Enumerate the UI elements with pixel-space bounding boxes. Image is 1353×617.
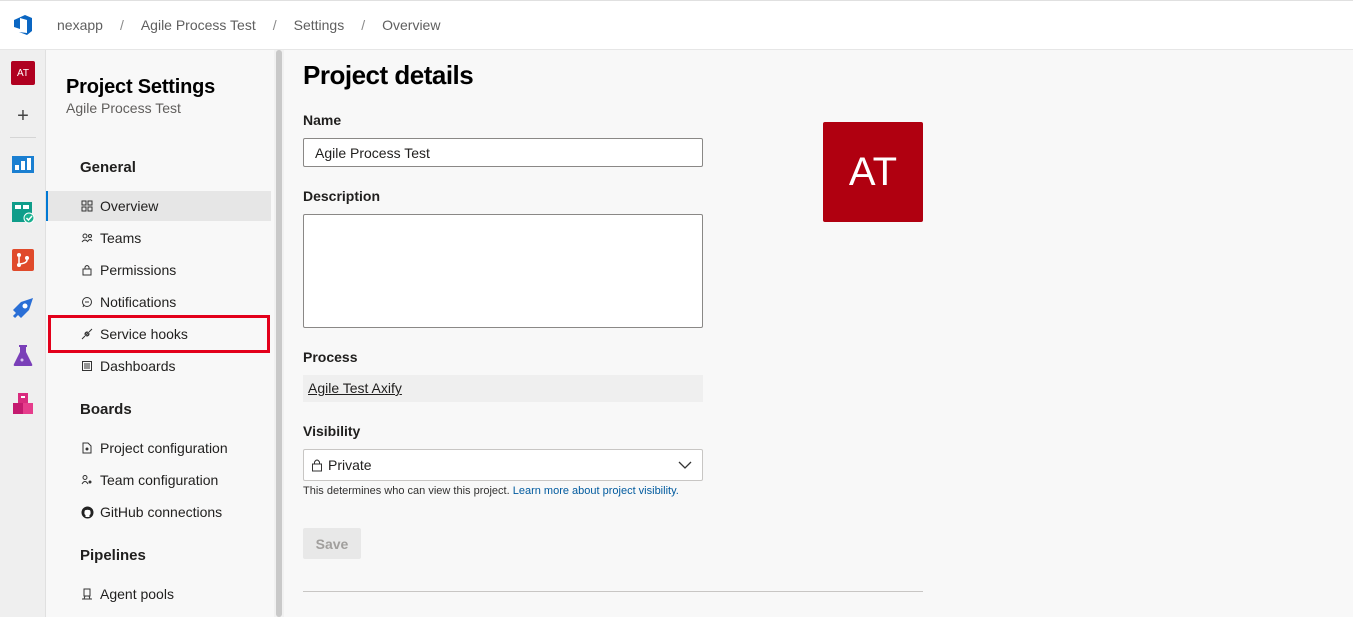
page-title: Project details	[303, 60, 474, 90]
visibility-learn-more-link[interactable]: Learn more about project visibility.	[513, 485, 679, 497]
breadcrumb-separator: /	[361, 17, 366, 33]
project-avatar-large[interactable]: AT	[823, 122, 923, 222]
top-bar: nexapp / Agile Process Test / Settings /…	[0, 0, 1353, 50]
plus-icon: +	[17, 104, 29, 127]
breadcrumb: nexapp / Agile Process Test / Settings /…	[57, 17, 440, 33]
nav-item-agent-pools[interactable]: Agent pools	[46, 579, 271, 609]
nav-item-label: Permissions	[100, 262, 177, 278]
breadcrumb-separator: /	[272, 17, 277, 33]
agent-pool-icon	[80, 587, 94, 601]
visibility-label: Visibility	[303, 423, 361, 439]
test-plans-app-icon	[13, 345, 33, 366]
visibility-helper: This determines who can view this projec…	[303, 485, 679, 497]
description-field[interactable]	[303, 214, 703, 328]
nav-item-label: GitHub connections	[100, 504, 223, 520]
rail-repos[interactable]	[10, 247, 36, 273]
nav-item-dashboards[interactable]: Dashboards	[46, 351, 271, 381]
plug-icon	[80, 327, 94, 341]
nav-scrollbar[interactable]	[274, 50, 284, 617]
repos-app-icon	[12, 249, 34, 271]
project-details-panel: Project details Name Description Process…	[285, 50, 1353, 617]
overview-app-icon	[12, 156, 34, 173]
rail-test-plans[interactable]	[10, 343, 36, 369]
name-field[interactable]	[303, 138, 703, 167]
chat-icon	[80, 295, 94, 309]
nav-item-label: Dashboards	[100, 358, 176, 374]
nav-section-pipelines: Pipelines	[80, 547, 146, 564]
nav-item-label: Teams	[100, 230, 142, 246]
lock-icon	[311, 458, 323, 472]
process-box: Agile Test Axify	[303, 375, 703, 402]
nav-item-label: Project configuration	[100, 440, 228, 456]
team-config-icon	[80, 473, 94, 487]
config-icon	[80, 441, 94, 455]
nav-item-label: Team configuration	[100, 472, 219, 488]
rail-divider	[10, 137, 36, 138]
breadcrumb-separator: /	[119, 17, 124, 33]
nav-item-project-configuration[interactable]: Project configuration	[46, 433, 271, 463]
nav-item-label: Overview	[100, 198, 159, 214]
project-avatar: AT	[11, 61, 35, 85]
rail-pipelines[interactable]	[10, 295, 36, 321]
rail-artifacts[interactable]	[10, 391, 36, 417]
nav-subtitle: Agile Process Test	[66, 100, 181, 116]
project-settings-nav: Project Settings Agile Process Test Gene…	[46, 50, 272, 617]
app-rail: AT +	[0, 50, 46, 617]
save-button[interactable]: Save	[303, 528, 361, 559]
name-label: Name	[303, 112, 342, 128]
rail-new-button[interactable]: +	[10, 103, 36, 129]
breadcrumb-project[interactable]: Agile Process Test	[141, 17, 256, 33]
nav-section-boards: Boards	[80, 401, 132, 418]
nav-item-permissions[interactable]: Permissions	[46, 255, 271, 285]
visibility-dropdown[interactable]: Private	[303, 449, 703, 481]
breadcrumb-overview[interactable]: Overview	[382, 17, 440, 33]
rail-boards[interactable]	[10, 199, 36, 225]
process-label: Process	[303, 349, 358, 365]
nav-item-notifications[interactable]: Notifications	[46, 287, 271, 317]
visibility-helper-text: This determines who can view this projec…	[303, 485, 510, 497]
nav-item-service-hooks[interactable]: Service hooks	[46, 319, 271, 349]
nav-scrollbar-thumb[interactable]	[276, 50, 282, 617]
dashboard-icon	[80, 359, 94, 373]
visibility-value: Private	[328, 457, 372, 473]
nav-item-label: Notifications	[100, 294, 177, 310]
azure-devops-logo-icon[interactable]	[0, 1, 45, 50]
boards-app-icon	[12, 202, 35, 224]
nav-item-github-connections[interactable]: GitHub connections	[46, 497, 271, 527]
breadcrumb-settings[interactable]: Settings	[294, 17, 345, 33]
artifacts-app-icon	[13, 393, 33, 414]
nav-title: Project Settings	[66, 76, 216, 98]
nav-item-label: Service hooks	[100, 326, 188, 342]
pipelines-app-icon	[12, 298, 33, 319]
github-icon	[80, 505, 94, 519]
rail-project-avatar[interactable]: AT	[10, 60, 36, 86]
nav-item-team-configuration[interactable]: Team configuration	[46, 465, 271, 495]
nav-section-general: General	[80, 159, 136, 176]
description-label: Description	[303, 188, 381, 204]
rail-overview[interactable]	[10, 151, 36, 177]
teams-icon	[80, 231, 94, 245]
nav-item-overview[interactable]: Overview	[46, 191, 271, 221]
nav-item-label: Agent pools	[100, 586, 174, 602]
section-divider	[303, 591, 923, 592]
chevron-down-icon	[678, 458, 692, 475]
overview-icon	[80, 199, 94, 213]
breadcrumb-org[interactable]: nexapp	[57, 17, 103, 33]
lock-icon	[80, 263, 94, 277]
process-link[interactable]: Agile Test Axify	[308, 380, 402, 396]
nav-item-teams[interactable]: Teams	[46, 223, 271, 253]
